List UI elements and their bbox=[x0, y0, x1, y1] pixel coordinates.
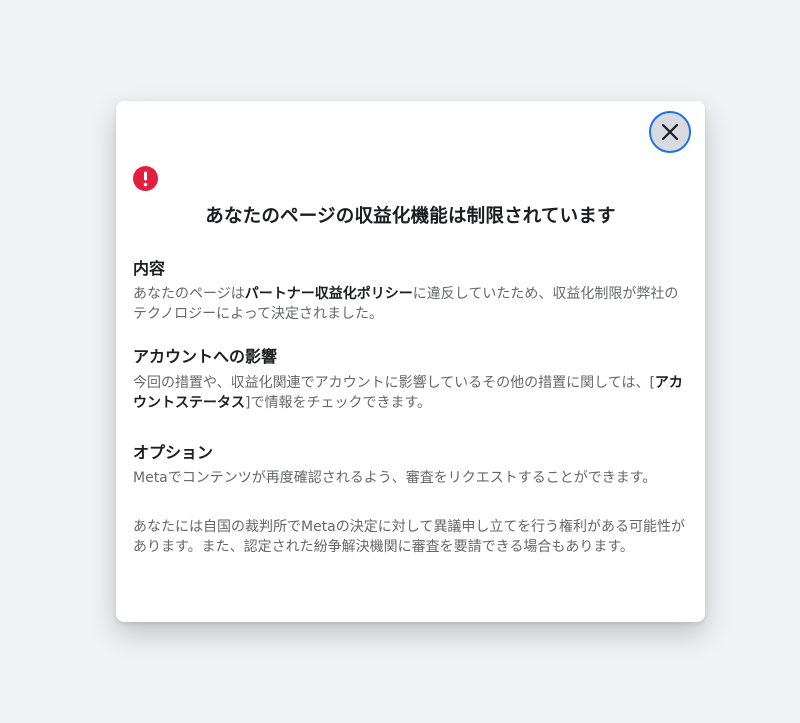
impact-text-before: 今回の措置や、収益化関連でアカウントに影響しているその他の措置に関しては、[ bbox=[133, 375, 655, 391]
exclamation-circle-icon bbox=[133, 166, 158, 191]
section-heading-options: オプション bbox=[133, 443, 214, 462]
content-description: あなたのページはパートナー収益化ポリシーに違反していたため、収益化制限が弊社のテ… bbox=[133, 284, 689, 324]
impact-text-after: ]で情報をチェックできます。 bbox=[245, 395, 432, 411]
close-button[interactable] bbox=[649, 111, 691, 153]
monetization-restriction-dialog: あなたのページの収益化機能は制限されています 内容 あなたのページはパートナー収… bbox=[116, 101, 705, 622]
dialog-title: あなたのページの収益化機能は制限されています bbox=[205, 206, 616, 227]
content-text-before: あなたのページは bbox=[133, 286, 245, 302]
close-icon bbox=[661, 123, 679, 141]
section-heading-content: 内容 bbox=[133, 259, 166, 278]
options-review-text: Metaでコンテンツが再度確認されるよう、審査をリクエストすることができます。 bbox=[133, 470, 657, 486]
impact-description: 今回の措置や、収益化関連でアカウントに影響しているその他の措置に関しては、[アカ… bbox=[133, 373, 689, 413]
options-appeal-text: あなたには自国の裁判所でMetaの決定に対して異議申し立てを行う権利がある可能性… bbox=[133, 519, 686, 555]
partner-monetization-policy-link[interactable]: パートナー収益化ポリシー bbox=[245, 286, 413, 302]
section-heading-impact: アカウントへの影響 bbox=[133, 347, 278, 366]
